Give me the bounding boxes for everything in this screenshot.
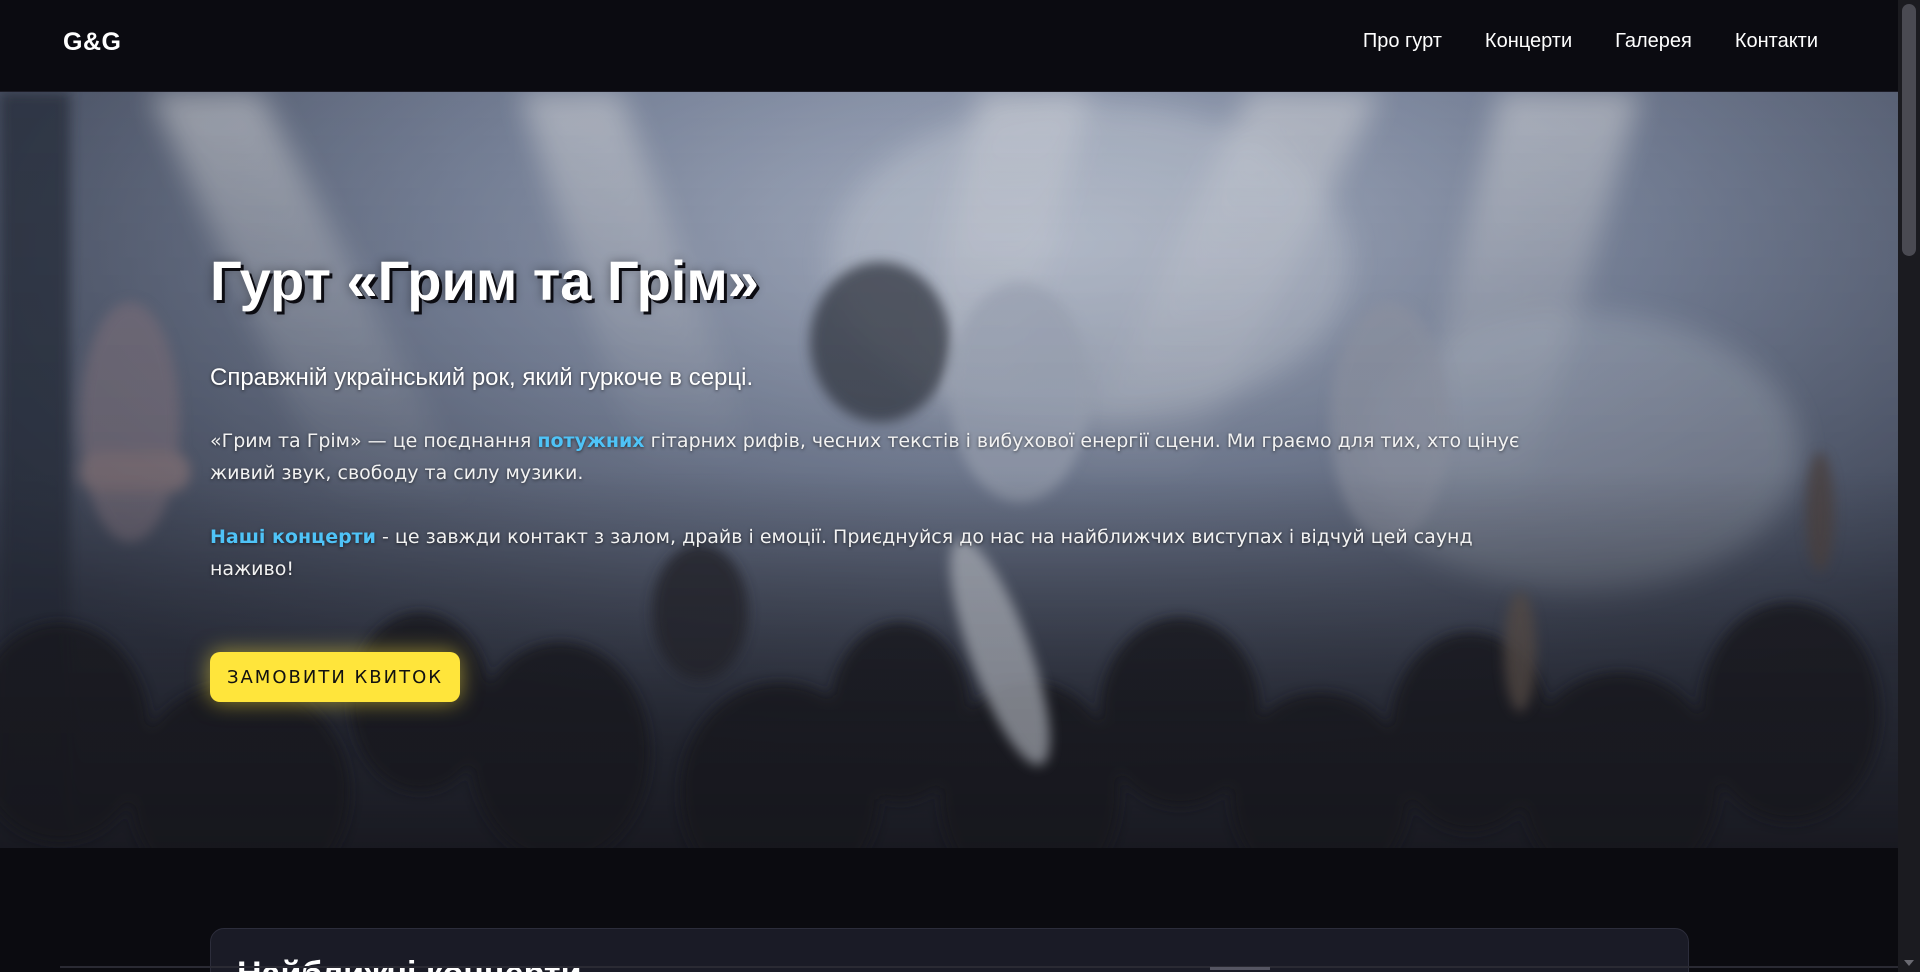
hero-content: Гурт «Грим та Грім» Справжній українськи… bbox=[210, 250, 1550, 585]
concerts-link[interactable]: Наші концерти bbox=[210, 526, 376, 548]
page: G&G Про гурт Концерти Галерея Контакти Г… bbox=[0, 0, 1920, 972]
horizontal-scrollbar-thumb[interactable] bbox=[1210, 967, 1270, 970]
hero-description: «Грим та Грім» — це поєднання потужних г… bbox=[210, 425, 1550, 489]
site-header: G&G Про гурт Концерти Галерея Контакти bbox=[0, 0, 1898, 92]
upcoming-concerts-title: Найближчі концерти bbox=[237, 955, 581, 972]
hero-concerts-text: Наші концерти - це завжди контакт з зало… bbox=[210, 521, 1550, 585]
hero-title: Гурт «Грим та Грім» bbox=[210, 249, 759, 312]
highlight-powerful: потужних bbox=[537, 429, 645, 452]
order-ticket-button[interactable]: ЗАМОВИТИ КВИТОК bbox=[210, 652, 460, 702]
scroll-down-arrow-icon[interactable] bbox=[1904, 960, 1914, 966]
nav-link-about[interactable]: Про гурт bbox=[1363, 30, 1442, 53]
hero-description-start: «Грим та Грім» — це поєднання bbox=[210, 429, 538, 452]
nav-link-concerts[interactable]: Концерти bbox=[1485, 30, 1572, 53]
hero-subtitle: Справжній український рок, який гуркоче … bbox=[210, 363, 754, 391]
scrollbar-thumb[interactable] bbox=[1902, 4, 1916, 256]
nav-link-contacts[interactable]: Контакти bbox=[1735, 30, 1818, 53]
vertical-scrollbar[interactable] bbox=[1898, 0, 1920, 972]
main-nav: Про гурт Концерти Галерея Контакти bbox=[1363, 30, 1818, 53]
nav-link-gallery[interactable]: Галерея bbox=[1615, 30, 1692, 53]
horizontal-scrollbar-track bbox=[60, 966, 1898, 968]
hero-concerts-text-end: - це завжди контакт з залом, драйв і емо… bbox=[210, 525, 1473, 580]
logo[interactable]: G&G bbox=[63, 28, 121, 57]
hero-section: Гурт «Грим та Грім» Справжній українськи… bbox=[0, 92, 1898, 848]
